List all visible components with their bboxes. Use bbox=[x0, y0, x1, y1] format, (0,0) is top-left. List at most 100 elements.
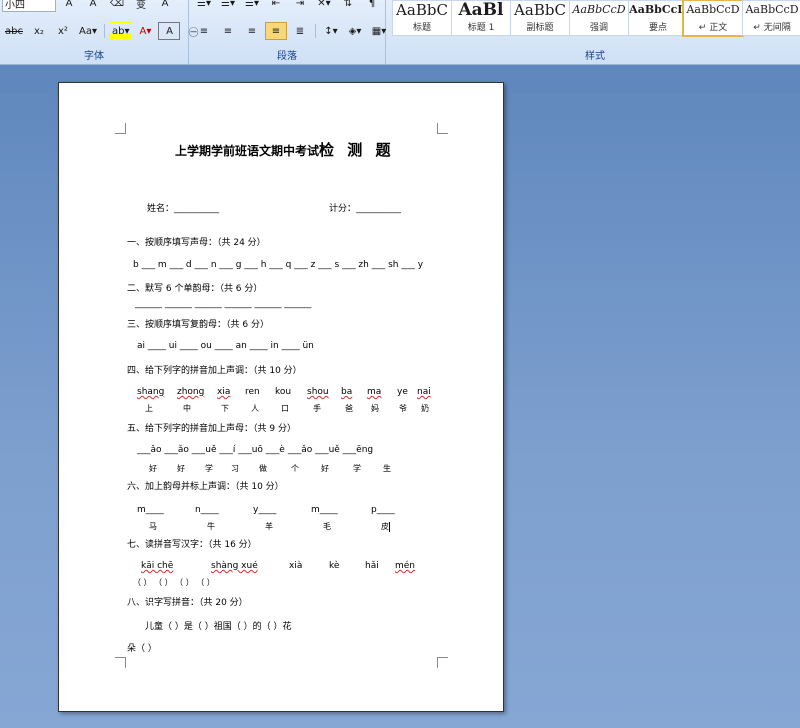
numbering-icon[interactable]: ☰▾ bbox=[217, 0, 239, 12]
grow-font-icon[interactable]: A bbox=[58, 0, 80, 12]
page-title: 上学期学前班语文期中考试检 测 题 bbox=[175, 141, 395, 159]
char-border-icon[interactable]: A bbox=[154, 0, 176, 12]
char-item: 学 bbox=[205, 464, 213, 473]
pinyin-item: shàng xué bbox=[211, 561, 258, 571]
section-4-heading: 四、给下列字的拼音加上声调：（共 10 分） bbox=[127, 366, 302, 376]
rhyme-item: y____ bbox=[253, 505, 277, 515]
style-title[interactable]: AaBbC 标题 bbox=[392, 0, 452, 36]
chinese-layout-icon[interactable]: ✕▾ bbox=[313, 0, 335, 12]
char-item: 妈 bbox=[371, 404, 379, 413]
char-item: 做 bbox=[259, 464, 267, 473]
line-spacing-icon[interactable]: ↕▾ bbox=[320, 22, 342, 40]
shading-icon[interactable]: ◈▾ bbox=[344, 22, 366, 40]
show-marks-icon[interactable]: ¶ bbox=[361, 0, 383, 12]
pinyin-item: shang bbox=[137, 387, 165, 397]
style-subtitle[interactable]: AaBbC 副标题 bbox=[510, 0, 570, 36]
pinyin-item: kè bbox=[329, 561, 340, 571]
align-right-icon[interactable]: ≡ bbox=[241, 22, 263, 40]
section-5-line: ___ǎo ___ǎo ___uě ___í ___uō ___è ___ǎo … bbox=[137, 445, 374, 455]
style-no-spacing[interactable]: AaBbCcD ↵ 无间隔 bbox=[742, 0, 800, 36]
pinyin-item: kāi chē bbox=[141, 561, 174, 571]
section-1-line: b ___ m ___ d ___ n ___ g ___ h ___ q __… bbox=[133, 260, 424, 270]
char-item: 人 bbox=[251, 404, 259, 413]
section-3-heading: 三、按顺序填写复韵母：（共 6 分） bbox=[127, 320, 269, 330]
section-8-line1: 儿童（ ）是（ ）祖国（ ）的（ ）花 bbox=[145, 622, 292, 632]
char-item: 好 bbox=[149, 464, 157, 473]
char-item: 好 bbox=[321, 464, 329, 473]
highlight-icon[interactable]: ab▾ bbox=[108, 22, 133, 40]
section-8-line2: 朵（ ） bbox=[127, 644, 157, 654]
subscript-icon[interactable]: x₂ bbox=[28, 22, 50, 40]
rhyme-item: m____ bbox=[311, 505, 338, 515]
answer-parens: （ ） （ ） （ ） （ ） bbox=[133, 578, 215, 587]
pinyin-item: shou bbox=[307, 387, 329, 397]
char-item: 毛 bbox=[323, 522, 331, 531]
name-field: 姓名：__________ bbox=[147, 204, 220, 214]
char-item: 牛 bbox=[207, 522, 215, 531]
justify-icon[interactable]: ≡ bbox=[265, 22, 287, 40]
style-strong[interactable]: AaBbCcD 要点 bbox=[628, 0, 688, 36]
char-item: 皮 bbox=[381, 521, 390, 532]
margin-mark bbox=[115, 657, 126, 668]
align-center-icon[interactable]: ≡ bbox=[217, 22, 239, 40]
char-item: 学 bbox=[353, 464, 361, 473]
styles-group: AaBbC 标题 AaBl 标题 1 AaBbC 副标题 AaBbCcD 强调 … bbox=[390, 0, 800, 64]
strikethrough-icon[interactable]: abc bbox=[2, 22, 26, 40]
paragraph-group-label: 段落 bbox=[277, 51, 297, 62]
char-item: 羊 bbox=[265, 522, 273, 531]
rhyme-item: n____ bbox=[195, 505, 219, 515]
section-2-heading: 二、默写 6 个单韵母：（共 6 分） bbox=[127, 284, 263, 294]
text-cursor bbox=[389, 521, 390, 532]
style-emphasis[interactable]: AaBbCcD 强调 bbox=[569, 0, 629, 36]
pinyin-item: mén bbox=[395, 561, 416, 571]
char-item: 奶 bbox=[421, 404, 429, 413]
section-7-heading: 七、读拼音写汉字：（共 16 分） bbox=[127, 540, 257, 550]
style-normal[interactable]: AaBbCcD ↵ 正文 bbox=[682, 0, 744, 37]
margin-mark bbox=[437, 657, 448, 668]
char-item: 下 bbox=[221, 404, 229, 413]
pinyin-item: ma bbox=[367, 387, 382, 397]
font-group: 小四 A A ⌫ 变 A abc x₂ x² Aa▾ ab▾ A▾ A ㊀ 字体 bbox=[0, 0, 198, 64]
bullets-icon[interactable]: ☰▾ bbox=[193, 0, 215, 12]
multilevel-list-icon[interactable]: ☰▾ bbox=[241, 0, 263, 12]
document-page[interactable]: 上学期学前班语文期中考试检 测 题 姓名：__________ 计分：_____… bbox=[58, 82, 504, 712]
pinyin-item: ba bbox=[341, 387, 353, 397]
char-item: 马 bbox=[149, 522, 157, 531]
char-item: 中 bbox=[183, 404, 191, 413]
char-item: 爷 bbox=[399, 404, 407, 413]
font-group-label: 字体 bbox=[84, 51, 104, 62]
pinyin-item: nai bbox=[417, 387, 431, 397]
sort-icon[interactable]: ⇅ bbox=[337, 0, 359, 12]
borders-icon[interactable]: ▦▾ bbox=[368, 22, 390, 40]
ribbon: 小四 A A ⌫ 变 A abc x₂ x² Aa▾ ab▾ A▾ A ㊀ 字体… bbox=[0, 0, 800, 65]
section-2-blanks: ______ ______ ______ ______ ______ _____… bbox=[135, 299, 312, 309]
char-item: 上 bbox=[145, 404, 153, 413]
score-field: 计分：__________ bbox=[329, 204, 402, 214]
decrease-indent-icon[interactable]: ⇤ bbox=[265, 0, 287, 12]
clear-format-icon[interactable]: ⌫ bbox=[106, 0, 128, 12]
change-case-icon[interactable]: Aa▾ bbox=[76, 22, 100, 40]
shrink-font-icon[interactable]: A bbox=[82, 0, 104, 12]
margin-mark bbox=[437, 123, 448, 134]
style-heading1[interactable]: AaBl 标题 1 bbox=[451, 0, 511, 36]
pinyin-item: ye bbox=[397, 387, 408, 397]
pinyin-item: ren bbox=[245, 387, 260, 397]
char-shading-icon[interactable]: A bbox=[158, 22, 181, 40]
pinyin-item: xia bbox=[217, 387, 231, 397]
pinyin-item: zhong bbox=[177, 387, 205, 397]
char-item: 个 bbox=[291, 464, 299, 473]
superscript-icon[interactable]: x² bbox=[52, 22, 74, 40]
align-left-icon[interactable]: ≡ bbox=[193, 22, 215, 40]
paragraph-group: ☰▾ ☰▾ ☰▾ ⇤ ⇥ ✕▾ ⇅ ¶ ≡ ≡ ≡ ≡ ≣ ↕▾ ◈▾ ▦▾ 段… bbox=[189, 0, 386, 64]
char-item: 习 bbox=[231, 464, 239, 473]
increase-indent-icon[interactable]: ⇥ bbox=[289, 0, 311, 12]
pinyin-item: xià bbox=[289, 561, 303, 571]
phonetic-guide-icon[interactable]: 变 bbox=[130, 0, 152, 12]
font-size-box[interactable]: 小四 bbox=[2, 0, 56, 12]
section-6-heading: 六、加上韵母并标上声调：（共 10 分） bbox=[127, 482, 284, 492]
rhyme-item: m____ bbox=[137, 505, 164, 515]
char-item: 口 bbox=[281, 404, 289, 413]
char-item: 好 bbox=[177, 464, 185, 473]
font-color-icon[interactable]: A▾ bbox=[134, 22, 156, 40]
distributed-icon[interactable]: ≣ bbox=[289, 22, 311, 40]
